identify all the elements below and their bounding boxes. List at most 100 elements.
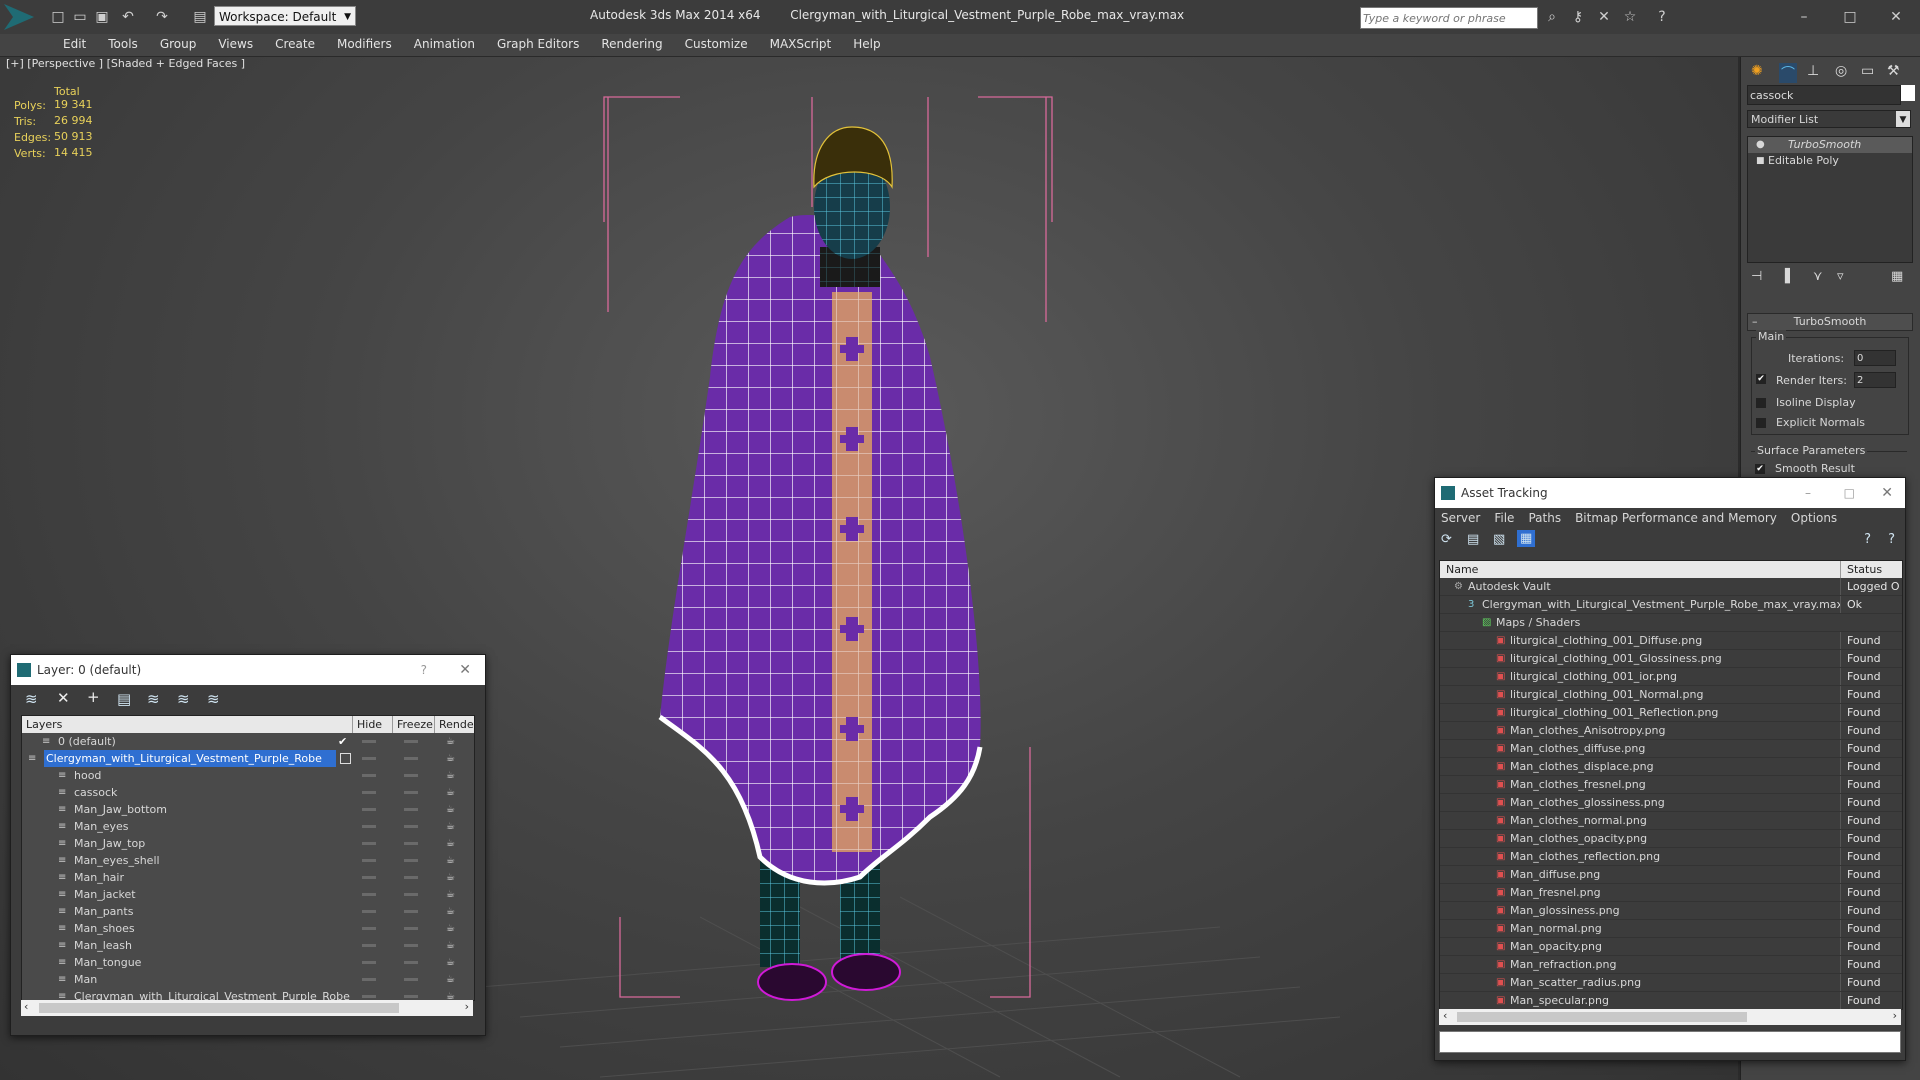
menu-create[interactable]: Create	[264, 34, 326, 54]
asset-row[interactable]: ▣ Man_normal.png Found	[1440, 920, 1902, 938]
isoline-checkbox[interactable]	[1756, 398, 1766, 408]
hide-toggle[interactable]	[362, 859, 376, 862]
utilities-tab-icon[interactable]: ⚒	[1887, 63, 1900, 79]
asset-menu-file[interactable]: File	[1494, 511, 1514, 525]
asset-row[interactable]: ▣ Man_clothes_opacity.png Found	[1440, 830, 1902, 848]
asset-name[interactable]: Man_clothes_fresnel.png	[1510, 776, 1646, 793]
freeze-toggle[interactable]	[404, 859, 418, 862]
asset-row[interactable]: ▨ Maps / Shaders	[1440, 614, 1902, 632]
asset-name[interactable]: Man_clothes_glossiness.png	[1510, 794, 1665, 811]
asset-row[interactable]: ▣ liturgical_clothing_001_Glossiness.png F…	[1440, 650, 1902, 668]
asset-name[interactable]: Man_scatter_radius.png	[1510, 974, 1641, 991]
asset-row[interactable]: ▣ Man_specular.png Found	[1440, 992, 1902, 1009]
asset-row[interactable]: ▣ Man_clothes_fresnel.png Found	[1440, 776, 1902, 794]
iterations-spinner[interactable]	[1854, 350, 1896, 366]
freeze-toggle[interactable]	[404, 944, 418, 947]
asset-name[interactable]: Man_clothes_Anisotropy.png	[1510, 722, 1666, 739]
layer-name[interactable]: Clergyman_with_Liturgical_Vestment_Purpl…	[44, 750, 336, 767]
scroll-right-icon[interactable]: ›	[465, 1000, 469, 1013]
asset-name[interactable]: Clergyman_with_Liturgical_Vestment_Purpl…	[1482, 596, 1843, 613]
project-folder-icon[interactable]: ▤	[190, 7, 210, 27]
asset-row[interactable]: ▣ Man_diffuse.png Found	[1440, 866, 1902, 884]
key-icon[interactable]: ⚷	[1568, 7, 1588, 27]
layer-name[interactable]: Man_eyes	[74, 818, 128, 835]
render-teapot-icon[interactable]: ☕	[446, 835, 455, 852]
layer-row[interactable]: ≡ Clergyman_with_Liturgical_Vestment_Purp…	[22, 750, 474, 767]
asset-menu-paths[interactable]: Paths	[1528, 511, 1561, 525]
asset-row[interactable]: ▣ Man_refraction.png Found	[1440, 956, 1902, 974]
asset-row[interactable]: ▣ Man_opacity.png Found	[1440, 938, 1902, 956]
expand-icon[interactable]: ■	[1756, 153, 1765, 169]
search-input[interactable]	[1360, 7, 1538, 29]
layer-row[interactable]: ≡ Man_tongue ☕	[22, 954, 474, 971]
layer-name[interactable]: 0 (default)	[58, 733, 116, 750]
asset-name[interactable]: Man_clothes_displace.png	[1510, 758, 1654, 775]
layer-row[interactable]: ≡ Man_hair ☕	[22, 869, 474, 886]
asset-row[interactable]: ⚙ Autodesk Vault Logged O	[1440, 578, 1902, 596]
layer-name[interactable]: Man_pants	[74, 903, 133, 920]
asset-menu-options[interactable]: Options	[1791, 511, 1837, 525]
render-teapot-icon[interactable]: ☕	[446, 937, 455, 954]
layer-name[interactable]: Man	[74, 971, 97, 988]
new-layer-icon[interactable]: ≋	[25, 690, 38, 708]
remove-modifier-icon[interactable]: ▿	[1837, 269, 1844, 284]
render-teapot-icon[interactable]: ☕	[446, 801, 455, 818]
asset-row[interactable]: ▣ Man_clothes_Anisotropy.png Found	[1440, 722, 1902, 740]
open-file-icon[interactable]: ▭	[70, 7, 90, 27]
close-icon[interactable]: ✕	[459, 655, 471, 685]
stack-item-turbosmooth[interactable]: ● TurboSmooth	[1748, 137, 1912, 153]
asset-name[interactable]: Man_clothes_normal.png	[1510, 812, 1647, 829]
new-file-icon[interactable]: □	[48, 7, 68, 27]
hide-toggle[interactable]	[362, 825, 376, 828]
help-menu-icon[interactable]: ?	[1888, 532, 1895, 547]
pin-stack-icon[interactable]: ⊣	[1751, 269, 1762, 284]
layer-row[interactable]: ≡ Man_pants ☕	[22, 903, 474, 920]
layer-row[interactable]: ≡ Man ☕	[22, 971, 474, 988]
freeze-toggle[interactable]	[404, 961, 418, 964]
asset-row[interactable]: ▣ Man_clothes_glossiness.png Found	[1440, 794, 1902, 812]
modifier-list-dropdown[interactable]: Modifier List ▼	[1747, 110, 1911, 128]
hide-toggle[interactable]	[362, 740, 376, 743]
asset-row[interactable]: ▣ Man_clothes_reflection.png Found	[1440, 848, 1902, 866]
layer-name[interactable]: Man_shoes	[74, 920, 135, 937]
column-layers[interactable]: Layers	[26, 716, 62, 733]
create-tab-icon[interactable]: ✺	[1751, 63, 1763, 79]
asset-name[interactable]: Man_fresnel.png	[1510, 884, 1601, 901]
asset-menu-bitmap-performance-and-memory[interactable]: Bitmap Performance and Memory	[1575, 511, 1777, 525]
asset-path-field[interactable]	[1439, 1031, 1901, 1053]
menu-edit[interactable]: Edit	[52, 34, 97, 54]
asset-name[interactable]: Man_glossiness.png	[1510, 902, 1620, 919]
help-icon[interactable]: ?	[421, 655, 427, 685]
column-status[interactable]: Status	[1840, 561, 1882, 578]
render-teapot-icon[interactable]: ☕	[446, 750, 455, 767]
scroll-thumb[interactable]	[1457, 1012, 1747, 1022]
render-teapot-icon[interactable]: ☕	[446, 971, 455, 988]
asset-hscrollbar[interactable]: ‹ ›	[1439, 1009, 1901, 1025]
layer-row[interactable]: ≡ Man_Jaw_bottom ☕	[22, 801, 474, 818]
layer-name[interactable]: Man_leash	[74, 937, 132, 954]
layer-row[interactable]: ≡ cassock ☕	[22, 784, 474, 801]
table-view-icon[interactable]: ▦	[1517, 530, 1536, 547]
help-icon[interactable]: ?	[1864, 532, 1871, 547]
render-teapot-icon[interactable]: ☕	[446, 784, 455, 801]
add-to-layer-icon[interactable]: +	[87, 688, 100, 706]
freeze-toggle[interactable]	[404, 893, 418, 896]
show-end-result-icon[interactable]: ▌	[1785, 269, 1795, 284]
delete-layer-icon[interactable]: ✕	[57, 689, 70, 707]
layer-row[interactable]: ≡ 0 (default) ✔ ☕	[22, 733, 474, 750]
freeze-toggle[interactable]	[404, 876, 418, 879]
freeze-all-icon[interactable]: ≋	[207, 690, 220, 708]
asset-name[interactable]: liturgical_clothing_001_ior.png	[1510, 668, 1677, 685]
asset-window-titlebar[interactable]: Asset Tracking – □ ✕	[1435, 478, 1905, 508]
asset-row[interactable]: ▣ Man_fresnel.png Found	[1440, 884, 1902, 902]
asset-name[interactable]: Man_refraction.png	[1510, 956, 1616, 973]
hide-toggle[interactable]	[362, 774, 376, 777]
column-freeze[interactable]: Freeze	[392, 716, 433, 733]
list-view-icon[interactable]: ▤	[1467, 532, 1479, 547]
asset-row[interactable]: ▣ liturgical_clothing_001_Normal.png Found	[1440, 686, 1902, 704]
set-current-box[interactable]	[340, 753, 351, 764]
asset-name[interactable]: Man_diffuse.png	[1510, 866, 1600, 883]
hide-toggle[interactable]	[362, 842, 376, 845]
binoculars-icon[interactable]: ⌕	[1542, 7, 1562, 27]
layer-name[interactable]: Man_hair	[74, 869, 124, 886]
